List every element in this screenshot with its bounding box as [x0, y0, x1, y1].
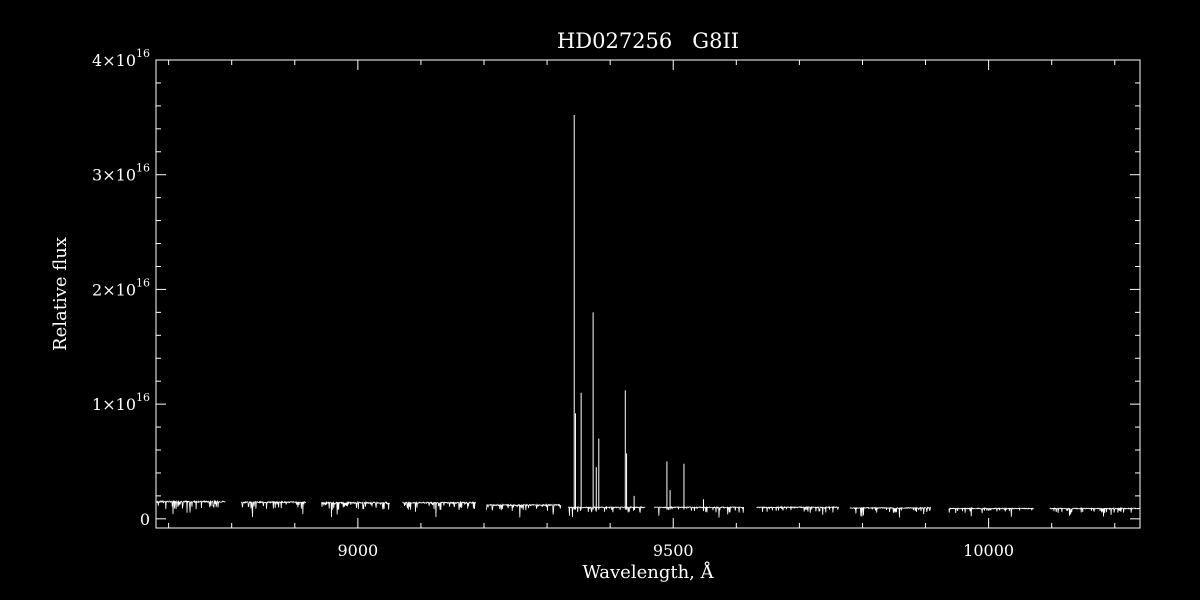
y-tick-label: 3×1016	[92, 162, 150, 185]
spectrum-segment	[240, 500, 307, 518]
y-tick-label: 2×1016	[92, 276, 150, 299]
x-tick-labels: 9000 9500 10000	[337, 541, 1014, 560]
spectrum-segment	[1049, 506, 1141, 517]
spectrum-segment	[756, 505, 840, 515]
spectrum-segment	[402, 500, 477, 518]
x-axis-label: Wavelength, Å	[582, 561, 714, 583]
x-tick-label: 10000	[963, 541, 1014, 560]
y-tick-label-base: 2×10	[92, 280, 136, 299]
spectrum-chart: HD027256 G8II 9000 9500 10000 01×10162×101…	[50, 29, 1141, 583]
y-tick-label-base: 3×10	[92, 166, 136, 185]
axis-ticks	[156, 59, 1140, 528]
y-tick-label: 1×1016	[92, 391, 150, 414]
spectrum-segment	[567, 505, 646, 517]
y-tick-label-exponent: 16	[136, 162, 150, 175]
y-tick-label: 4×1016	[92, 47, 150, 70]
y-tick-label-base: 4×10	[92, 51, 136, 70]
spectrum-series	[155, 115, 1141, 518]
y-tick-label-exponent: 16	[136, 47, 150, 60]
y-tick-label: 0	[140, 510, 150, 529]
spectrum-segment	[155, 499, 226, 515]
spectrum-segment	[948, 506, 1034, 517]
y-tick-label-base: 1×10	[92, 395, 136, 414]
spectrum-segment	[849, 506, 932, 518]
spectrum-segment	[654, 505, 745, 518]
y-tick-label-base: 0	[140, 510, 150, 529]
spectrum-segment	[320, 500, 390, 518]
x-tick-label: 9500	[653, 541, 694, 560]
x-tick-label: 9000	[337, 541, 378, 560]
spectrum-segment	[486, 503, 562, 518]
y-axis-label: Relative flux	[50, 237, 71, 351]
chart-title: HD027256 G8II	[557, 29, 739, 53]
plot-frame	[155, 59, 1141, 529]
y-tick-label-exponent: 16	[136, 276, 150, 289]
y-tick-label-exponent: 16	[136, 391, 150, 404]
y-tick-labels: 01×10162×10163×10164×1016	[92, 47, 150, 529]
